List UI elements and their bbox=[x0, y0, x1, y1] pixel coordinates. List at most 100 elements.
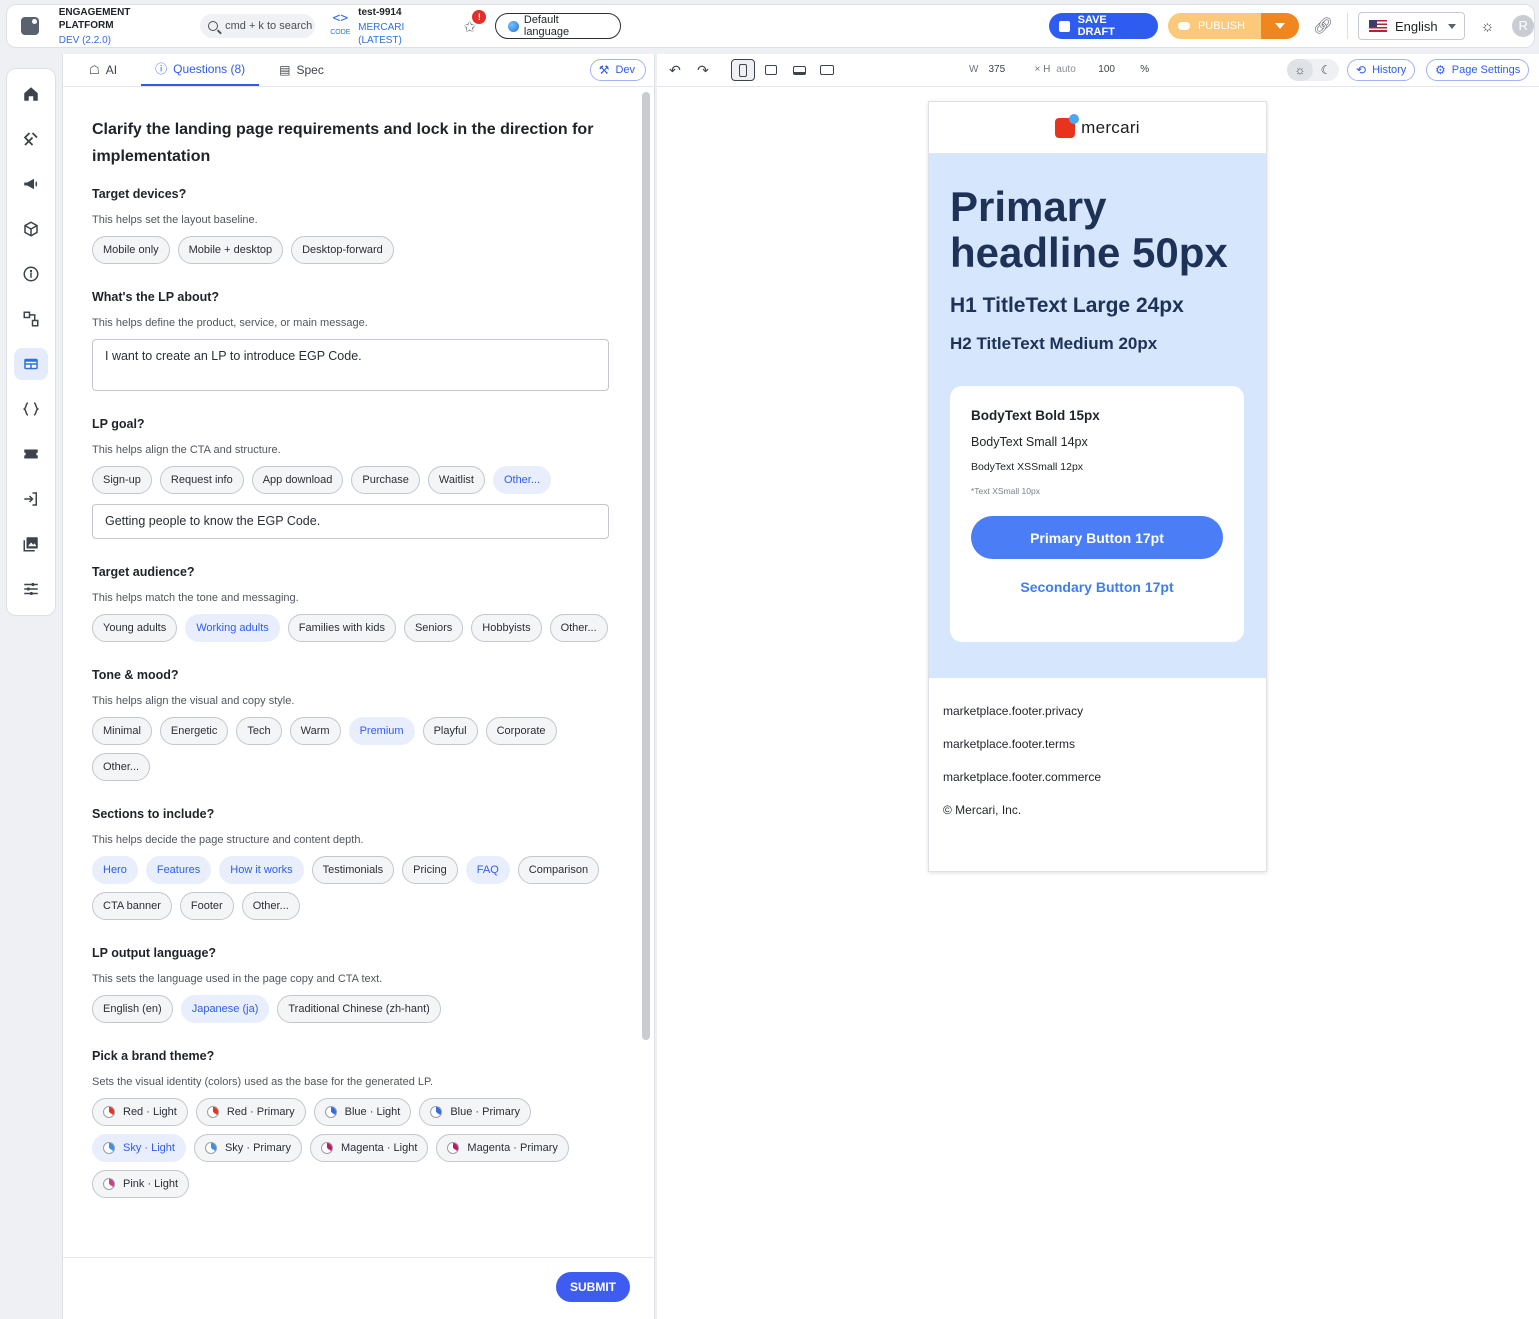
search-input[interactable]: cmd + k to search bbox=[200, 14, 315, 38]
undo-icon[interactable]: ↶ bbox=[663, 62, 687, 79]
footer-link[interactable]: marketplace.footer.privacy bbox=[943, 704, 1252, 718]
zoom-input[interactable]: 100 bbox=[1098, 64, 1140, 75]
tab-ai[interactable]: ☖ AI bbox=[75, 53, 131, 86]
tablet-device-icon[interactable] bbox=[759, 59, 783, 81]
theme-chip[interactable]: Magenta · Light bbox=[309, 1134, 429, 1162]
publish-options-button[interactable] bbox=[1261, 13, 1300, 39]
sidebar-item-home[interactable] bbox=[14, 78, 48, 110]
panel-scrollbar[interactable] bbox=[642, 92, 650, 1040]
theme-chip[interactable]: Magenta · Primary bbox=[436, 1134, 569, 1162]
option-chip[interactable]: Minimal bbox=[92, 717, 152, 745]
option-chip[interactable]: Seniors bbox=[403, 614, 464, 642]
sidebar-item-accessibility[interactable] bbox=[14, 258, 48, 290]
sidebar-item-media[interactable] bbox=[14, 528, 48, 560]
sidebar-item-tools[interactable] bbox=[14, 123, 48, 155]
option-chip[interactable]: Families with kids bbox=[287, 614, 396, 642]
option-chip[interactable]: Other... bbox=[549, 614, 608, 642]
option-chip-selected[interactable]: Other... bbox=[492, 466, 552, 494]
option-chip-selected[interactable]: FAQ bbox=[465, 856, 510, 884]
sidebar-item-flows[interactable] bbox=[14, 303, 48, 335]
alert-badge: ! bbox=[472, 10, 487, 24]
option-chip-selected[interactable]: Premium bbox=[348, 717, 415, 745]
option-chip[interactable]: App download bbox=[251, 466, 344, 494]
tab-spec[interactable]: ▤ Spec bbox=[265, 53, 338, 86]
sidebar-item-components[interactable] bbox=[14, 213, 48, 245]
option-chip[interactable]: Hobbyists bbox=[471, 614, 542, 642]
option-chip-selected[interactable]: Working adults bbox=[185, 614, 280, 642]
footer-link[interactable]: marketplace.footer.terms bbox=[943, 737, 1252, 751]
option-chip-selected[interactable]: Japanese (ja) bbox=[180, 995, 270, 1023]
primary-cta-button[interactable]: Primary Button 17pt bbox=[971, 516, 1223, 559]
option-chip[interactable]: Energetic bbox=[159, 717, 229, 745]
footer-link[interactable]: marketplace.footer.commerce bbox=[943, 770, 1252, 784]
option-chip[interactable]: Playful bbox=[422, 717, 478, 745]
publish-button[interactable]: PUBLISH bbox=[1167, 13, 1262, 39]
width-input[interactable]: 375 bbox=[988, 64, 1034, 75]
notifications-button[interactable]: ✩ ! bbox=[463, 10, 487, 36]
option-chip[interactable]: Desktop-forward bbox=[291, 236, 394, 264]
language-select[interactable]: English bbox=[1358, 12, 1465, 40]
option-chip-selected[interactable]: How it works bbox=[219, 856, 304, 884]
sun-icon[interactable]: ☼ bbox=[1479, 18, 1497, 35]
save-draft-button[interactable]: SAVE DRAFT bbox=[1048, 13, 1158, 39]
lp-about-textarea[interactable]: I want to create an LP to introduce EGP … bbox=[92, 339, 609, 391]
page-settings-button[interactable]: ⚙ Page Settings bbox=[1426, 59, 1530, 81]
link-icon[interactable]: 🔗︎ bbox=[1313, 16, 1333, 36]
option-chip[interactable]: Warm bbox=[289, 717, 341, 745]
option-chip[interactable]: Mobile only bbox=[92, 236, 170, 264]
theme-chip[interactable]: Red · Light bbox=[92, 1098, 188, 1126]
height-input[interactable]: auto bbox=[1056, 64, 1098, 75]
option-chip[interactable]: English (en) bbox=[92, 995, 173, 1023]
submit-button[interactable]: SUBMIT bbox=[556, 1272, 630, 1302]
option-chip[interactable]: Purchase bbox=[351, 466, 420, 494]
avatar[interactable]: R bbox=[1512, 15, 1535, 37]
theme-chip[interactable]: Blue · Light bbox=[313, 1098, 412, 1126]
option-chip[interactable]: Testimonials bbox=[311, 856, 395, 884]
option-chip[interactable]: Other... bbox=[92, 753, 151, 781]
mobile-preview-frame[interactable]: mercari Primary headline 50px H1 TitleTe… bbox=[928, 101, 1267, 872]
laptop-device-icon[interactable] bbox=[787, 59, 811, 81]
sidebar-item-login[interactable] bbox=[14, 483, 48, 515]
question-help: This helps align the visual and copy sty… bbox=[92, 695, 295, 707]
option-chip[interactable]: Corporate bbox=[485, 717, 557, 745]
desktop-device-icon[interactable] bbox=[815, 59, 839, 81]
option-chip-selected[interactable]: Hero bbox=[92, 856, 138, 884]
tab-questions[interactable]: ⓘ Questions (8) bbox=[141, 53, 260, 86]
dark-mode-icon[interactable]: ☾ bbox=[1313, 59, 1339, 81]
redo-icon[interactable]: ↷ bbox=[691, 62, 715, 79]
dev-button[interactable]: ⚒ Dev bbox=[589, 59, 646, 81]
default-language-button[interactable]: Default language bbox=[495, 13, 621, 39]
option-chip[interactable]: CTA banner bbox=[92, 892, 172, 920]
theme-chip[interactable]: Sky · Primary bbox=[193, 1134, 302, 1162]
option-chip[interactable]: Traditional Chinese (zh-hant) bbox=[277, 995, 441, 1023]
option-chip[interactable]: Comparison bbox=[517, 856, 600, 884]
option-chip[interactable]: Footer bbox=[179, 892, 234, 920]
sidebar-item-code[interactable] bbox=[14, 393, 48, 425]
light-mode-icon[interactable]: ☼ bbox=[1287, 59, 1313, 81]
mobile-device-icon[interactable] bbox=[731, 59, 755, 81]
theme-chip[interactable]: Blue · Primary bbox=[419, 1098, 531, 1126]
option-chip[interactable]: Pricing bbox=[402, 856, 458, 884]
app-logo-icon[interactable] bbox=[21, 17, 39, 35]
option-chip[interactable]: Other... bbox=[241, 892, 300, 920]
default-language-label: Default language bbox=[523, 14, 570, 38]
sidebar-item-landing-pages[interactable] bbox=[14, 348, 48, 380]
option-chip[interactable]: Sign-up bbox=[92, 466, 152, 494]
theme-chip[interactable]: Red · Primary bbox=[195, 1098, 306, 1126]
secondary-cta-button[interactable]: Secondary Button 17pt bbox=[971, 579, 1223, 595]
theme-chip[interactable]: Pink · Light bbox=[92, 1170, 190, 1198]
option-chip-selected[interactable]: Features bbox=[145, 856, 212, 884]
option-chip[interactable]: Tech bbox=[236, 717, 282, 745]
option-chip[interactable]: Waitlist bbox=[427, 466, 485, 494]
option-chip[interactable]: Request info bbox=[159, 466, 244, 494]
questions-scroll-area[interactable]: Clarify the landing page requirements an… bbox=[63, 88, 641, 1256]
sidebar-item-coupons[interactable] bbox=[14, 438, 48, 470]
sidebar-item-settings[interactable] bbox=[14, 573, 48, 605]
sidebar-item-campaigns[interactable] bbox=[14, 168, 48, 200]
lp-goal-other-input[interactable]: Getting people to know the EGP Code. bbox=[92, 504, 609, 539]
history-button[interactable]: ⟲ History bbox=[1347, 59, 1416, 81]
option-chip[interactable]: Mobile + desktop bbox=[177, 236, 284, 264]
option-chip[interactable]: Young adults bbox=[92, 614, 178, 642]
theme-chip-selected[interactable]: Sky · Light bbox=[92, 1134, 186, 1162]
code-project-switcher[interactable]: <> CODE test-9914 MERCARI (LATEST) bbox=[329, 6, 450, 47]
